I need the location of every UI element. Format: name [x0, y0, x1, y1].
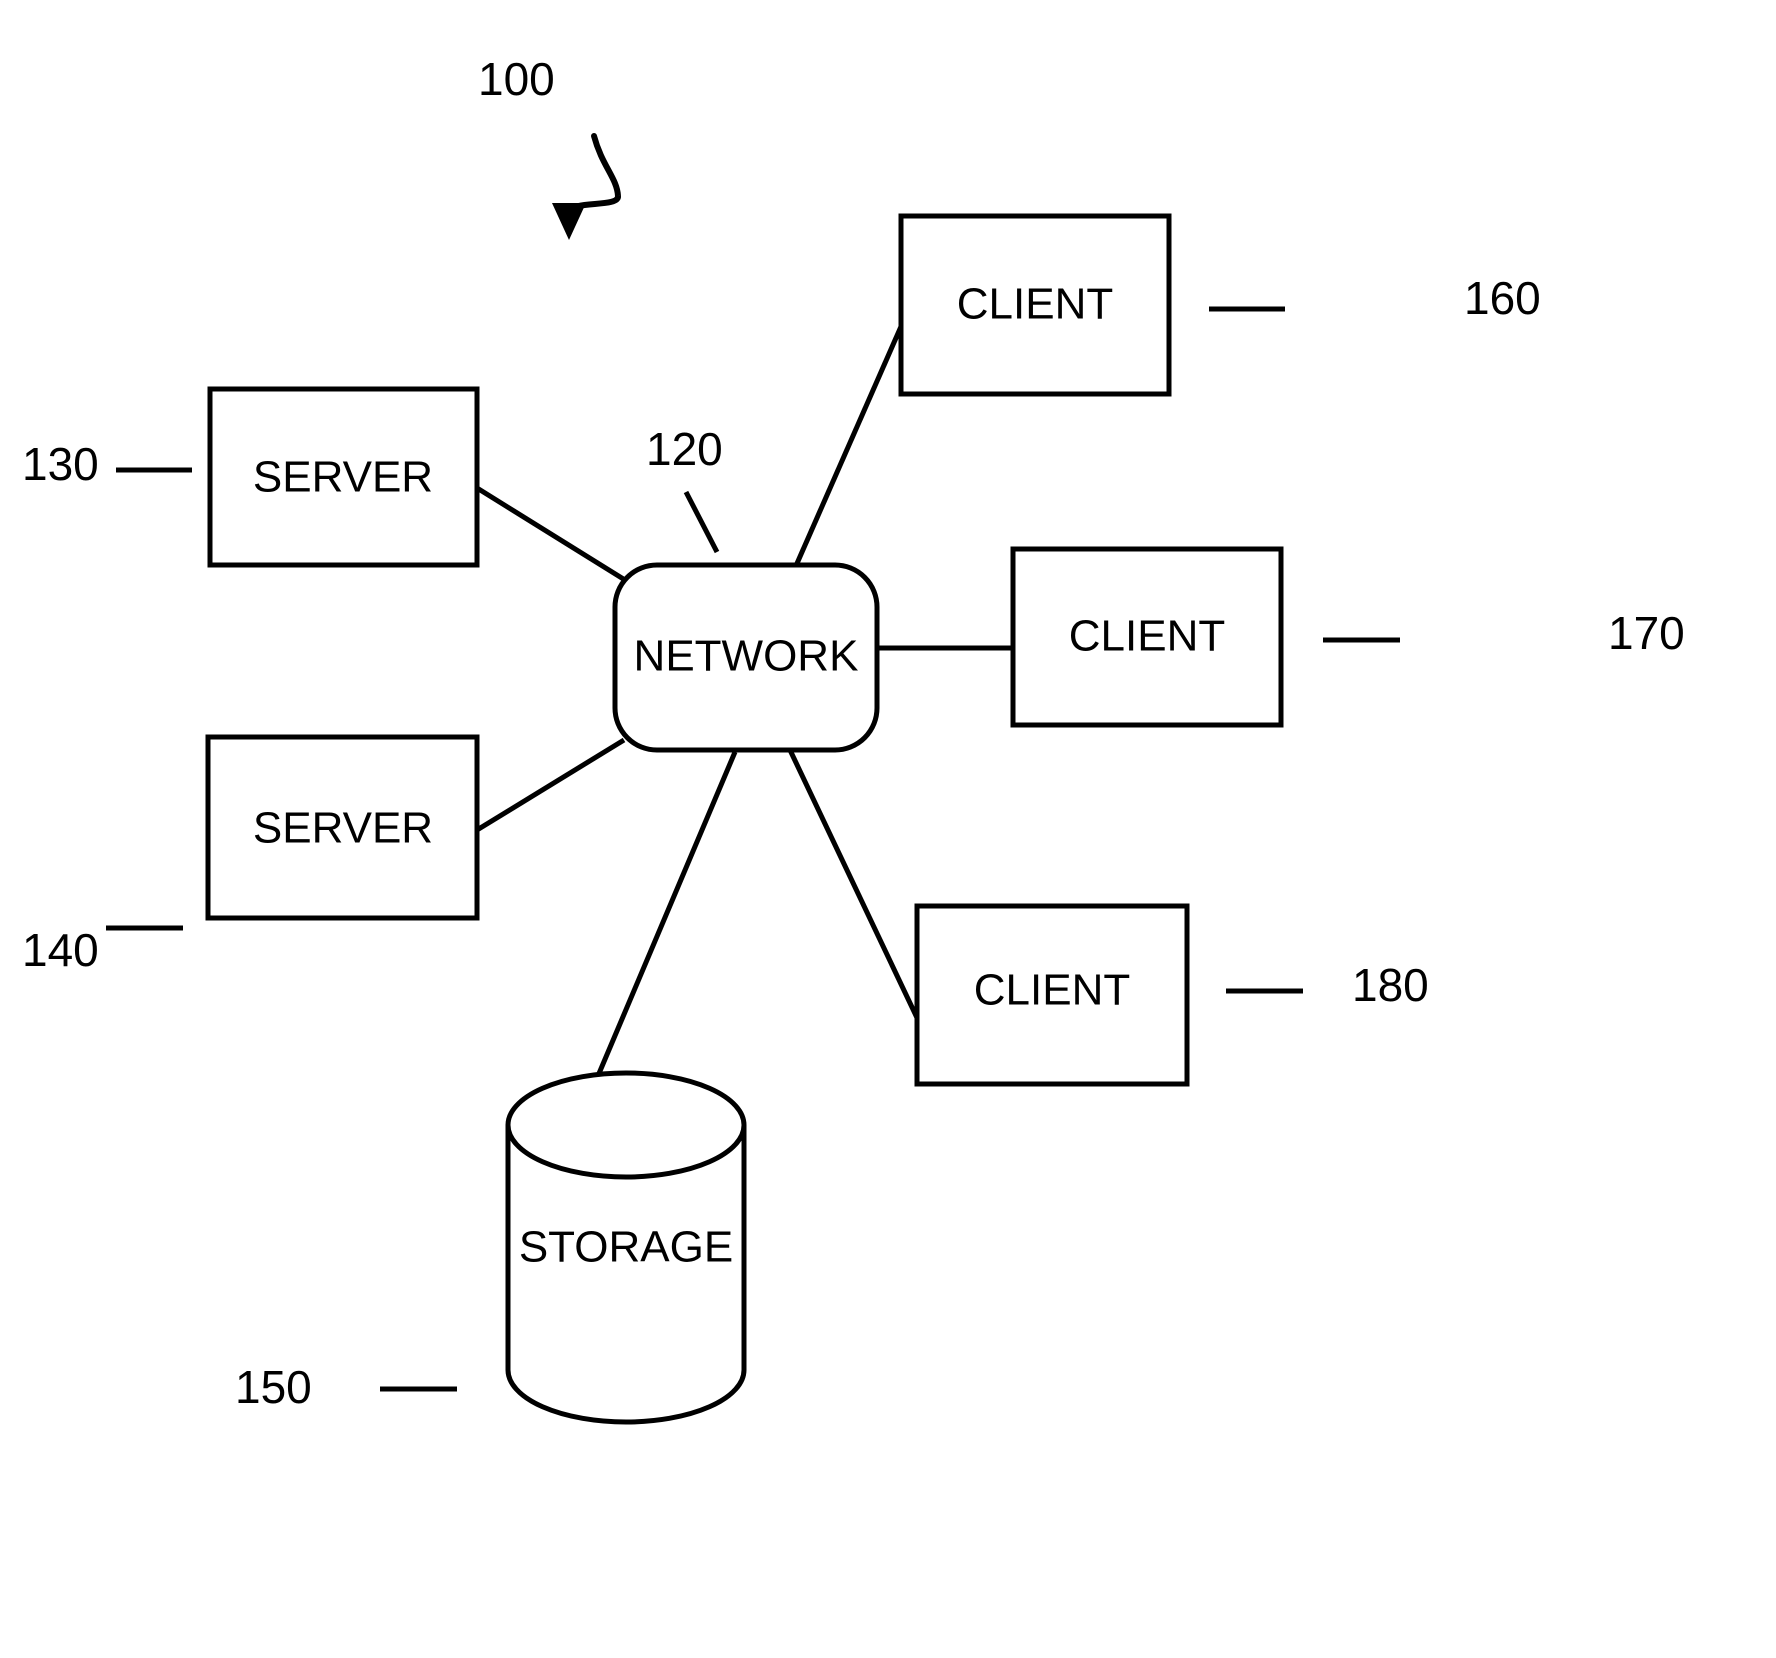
figure-reference-callout: 100 — [478, 53, 621, 240]
node-client-middle[interactable]: CLIENT — [1010, 546, 1284, 728]
ref-150-label: 150 — [235, 1361, 312, 1413]
ref-callout-130: 130 — [22, 438, 192, 490]
ref-callout-160: 160 — [1209, 272, 1541, 324]
connection-server-bottom-to-network — [475, 737, 626, 833]
ref-120-leader-line — [683, 490, 720, 554]
ref-120-label: 120 — [646, 423, 723, 475]
client-bottom-label: CLIENT — [974, 966, 1130, 1015]
client-middle-label: CLIENT — [1069, 612, 1225, 661]
node-client-bottom[interactable]: CLIENT — [914, 903, 1190, 1087]
connection-storage-to-network — [589, 751, 738, 1091]
node-network[interactable]: NETWORK — [612, 562, 880, 753]
node-storage[interactable]: STORAGE — [505, 1070, 747, 1425]
ref-130-label: 130 — [22, 438, 99, 490]
figure-arrow-curve — [566, 133, 621, 215]
ref-callout-140: 140 — [22, 924, 183, 976]
connection-client-top-to-network — [792, 320, 906, 570]
node-server-top[interactable]: SERVER — [207, 386, 480, 568]
storage-cylinder-top — [505, 1070, 747, 1180]
storage-label: STORAGE — [519, 1223, 733, 1272]
ref-160-label: 160 — [1464, 272, 1541, 324]
ref-callout-170: 170 — [1323, 607, 1685, 659]
ref-callout-180: 180 — [1226, 959, 1429, 1011]
ref-180-label: 180 — [1352, 959, 1429, 1011]
server-bottom-label: SERVER — [253, 804, 433, 853]
figure-canvas: 100 SERVER 130 SERVER 140 NETWORK 120 ST… — [0, 0, 1776, 1658]
node-server-bottom[interactable]: SERVER — [205, 734, 480, 921]
network-architecture-diagram: 100 SERVER 130 SERVER 140 NETWORK 120 ST… — [22, 53, 1685, 1425]
ref-140-label: 140 — [22, 924, 99, 976]
ref-callout-150: 150 — [235, 1361, 457, 1413]
figure-ref-100-label: 100 — [478, 53, 555, 105]
connection-server-top-to-network — [475, 485, 627, 583]
server-top-label: SERVER — [253, 453, 433, 502]
ref-callout-120: 120 — [646, 423, 723, 554]
ref-170-label: 170 — [1608, 607, 1685, 659]
network-label: NETWORK — [634, 632, 859, 681]
node-client-top[interactable]: CLIENT — [898, 213, 1172, 397]
connection-client-bottom-to-network — [787, 748, 922, 1024]
client-top-label: CLIENT — [957, 280, 1113, 329]
figure-arrow-head — [552, 203, 586, 240]
